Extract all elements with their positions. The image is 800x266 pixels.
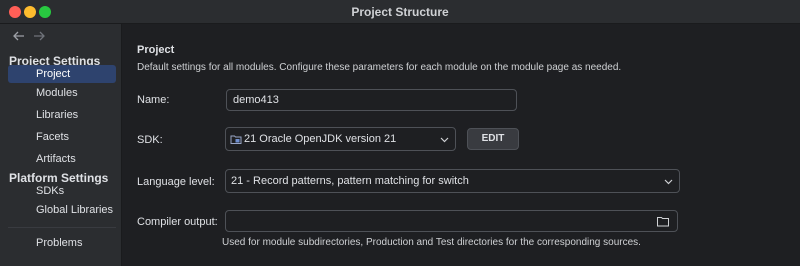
language-level-label: Language level: — [137, 176, 215, 188]
main-panel: Project Default settings for all modules… — [123, 24, 800, 266]
window-title: Project Structure — [351, 5, 449, 19]
sidebar-divider — [8, 227, 116, 228]
folder-icon[interactable] — [657, 216, 669, 227]
page-description: Default settings for all modules. Config… — [137, 62, 622, 73]
sidebar-item-sdks[interactable]: SDKs — [8, 182, 116, 200]
sdk-value: 21 Oracle OpenJDK version 21 — [244, 133, 397, 145]
sidebar-item-libraries[interactable]: Libraries — [8, 106, 116, 124]
language-level-value: 21 - Record patterns, pattern matching f… — [231, 175, 469, 187]
project-structure-window: Project Structure Project Settings Proje… — [0, 0, 800, 266]
page-title: Project — [137, 44, 175, 56]
arrow-right-icon[interactable] — [31, 28, 47, 44]
name-label: Name: — [137, 94, 170, 106]
sidebar-item-artifacts[interactable]: Artifacts — [8, 150, 116, 168]
language-level-dropdown[interactable]: 21 - Record patterns, pattern matching f… — [225, 169, 680, 193]
sdk-dropdown[interactable]: 21 Oracle OpenJDK version 21 — [225, 127, 456, 151]
edit-sdk-button[interactable]: EDIT — [467, 128, 519, 150]
arrow-left-icon[interactable] — [11, 28, 27, 44]
jdk-folder-icon — [230, 135, 242, 144]
sidebar-item-problems[interactable]: Problems — [8, 234, 116, 252]
compiler-output-hint: Used for module subdirectories, Producti… — [222, 237, 641, 248]
name-input[interactable] — [226, 89, 517, 111]
sidebar: Project Settings Project Modules Librari… — [0, 24, 122, 266]
chevron-down-icon — [440, 137, 449, 143]
sidebar-item-project[interactable]: Project — [8, 65, 116, 83]
chevron-down-icon — [664, 179, 673, 185]
sidebar-item-modules[interactable]: Modules — [8, 84, 116, 102]
compiler-output-label: Compiler output: — [137, 216, 218, 228]
compiler-output-field[interactable] — [225, 210, 678, 232]
title-bar: Project Structure — [0, 0, 800, 24]
sidebar-item-global-libraries[interactable]: Global Libraries — [8, 201, 116, 219]
sdk-label: SDK: — [137, 134, 163, 146]
sidebar-item-facets[interactable]: Facets — [8, 128, 116, 146]
